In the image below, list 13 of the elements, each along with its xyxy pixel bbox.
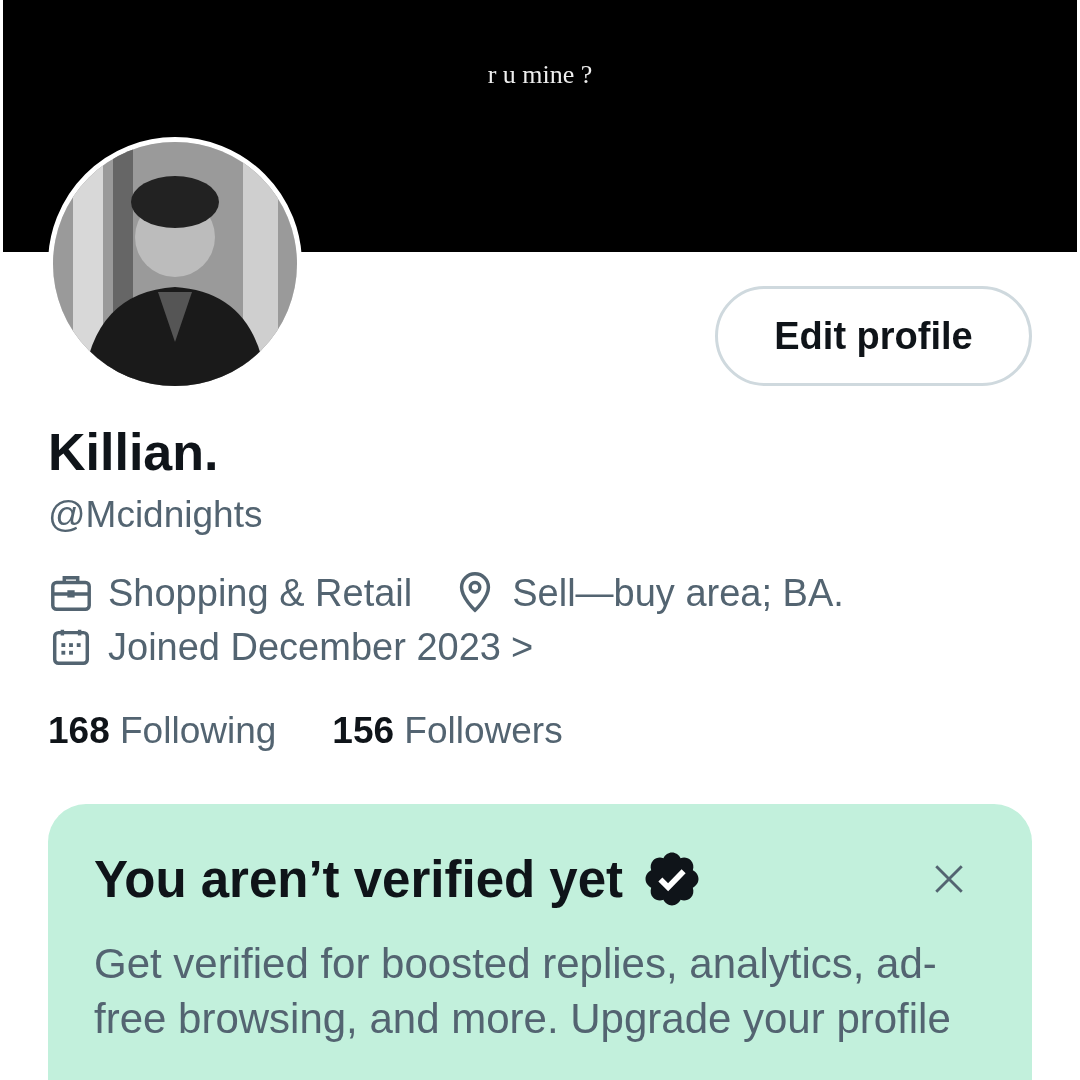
edit-profile-button[interactable]: Edit profile: [715, 286, 1032, 386]
close-icon[interactable]: [932, 862, 966, 896]
category-text: Shopping & Retail: [108, 571, 413, 615]
follow-count-link[interactable]: 156 Followers: [332, 710, 563, 752]
chevron-icon[interactable]: >: [510, 625, 534, 669]
follow-count-link[interactable]: 168 Following: [48, 710, 277, 752]
card-title: You aren’t verified yet: [94, 849, 624, 909]
join-date[interactable]: Joined December 2023: [108, 625, 501, 669]
location-text: Sell—buy area; BA.: [512, 571, 844, 615]
card-description: Get verified for boosted replies, analytics, ad-free browsing, and more. Upgrade your profile: [94, 939, 952, 1044]
display-name: Killian.: [48, 422, 219, 482]
banner-caption: r u mine ?: [487, 60, 593, 90]
username: @Mcidnights: [48, 494, 263, 536]
